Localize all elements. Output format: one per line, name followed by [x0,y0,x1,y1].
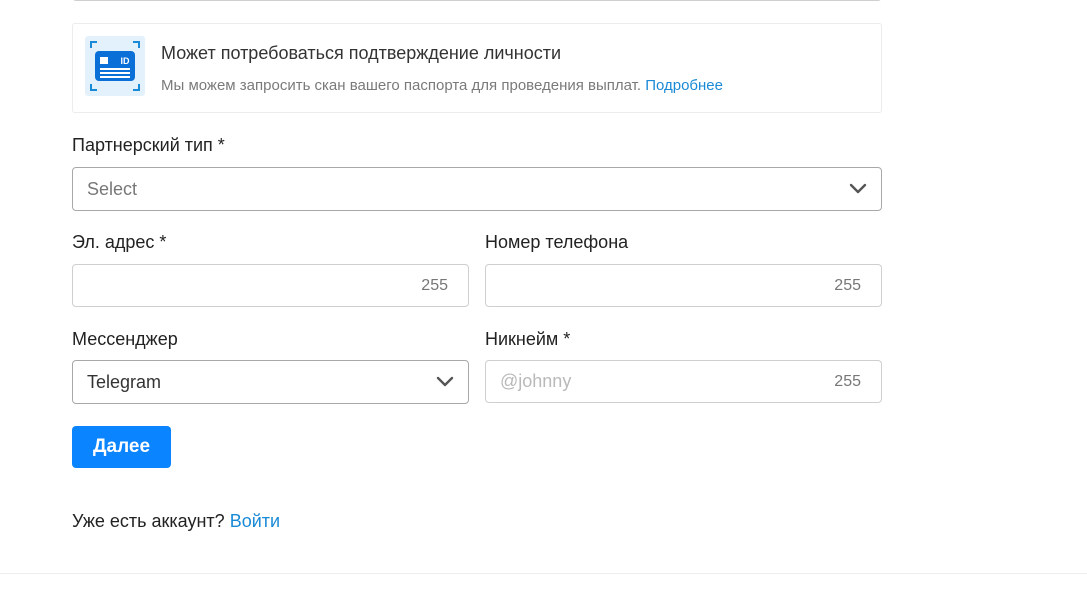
partner-type-label: Партнерский тип * [72,135,225,155]
notice-text: Мы можем запросить скан вашего паспорта … [161,77,723,94]
footer-divider [0,573,1087,574]
chevron-down-icon [849,183,867,194]
email-label: Эл. адрес * [72,232,167,252]
learn-more-link[interactable]: Подробнее [645,77,723,94]
login-prompt-text: Уже есть аккаунт? [72,511,225,531]
messenger-label: Мессенджер [72,329,178,349]
notice-body: Мы можем запросить скан вашего паспорта … [161,77,642,94]
nickname-input[interactable] [486,361,881,402]
messenger-value: Telegram [87,371,162,392]
notice-title: Может потребоваться подтверждение личнос… [161,43,562,63]
email-input[interactable] [73,265,468,306]
chevron-down-icon [436,376,454,387]
login-link[interactable]: Войти [230,511,280,531]
phone-char-counter: 255 [834,276,861,294]
login-prompt: Уже есть аккаунт? Войти [72,511,280,532]
registration-form: ID Может потребоваться подтверждение лич… [0,0,1087,616]
phone-label: Номер телефона [485,232,629,252]
messenger-select[interactable]: Telegram [72,360,469,404]
identity-verification-notice: ID Может потребоваться подтверждение лич… [72,23,882,113]
nickname-field[interactable]: 255 [485,360,882,403]
nickname-char-counter: 255 [834,372,861,390]
phone-field[interactable]: 255 [485,264,882,307]
id-card-icon-graphic: ID [90,41,140,91]
partner-type-value: Select [87,178,138,199]
next-button[interactable]: Далее [72,426,171,468]
nickname-label: Никнейм * [485,329,571,349]
email-char-counter: 255 [421,276,448,294]
email-field[interactable]: 255 [72,264,469,307]
phone-input[interactable] [486,265,881,306]
partner-type-select[interactable]: Select [72,167,882,211]
previous-field-edge [72,0,882,1]
id-card-icon: ID [85,36,145,96]
id-card-icon-text: ID [121,56,131,66]
